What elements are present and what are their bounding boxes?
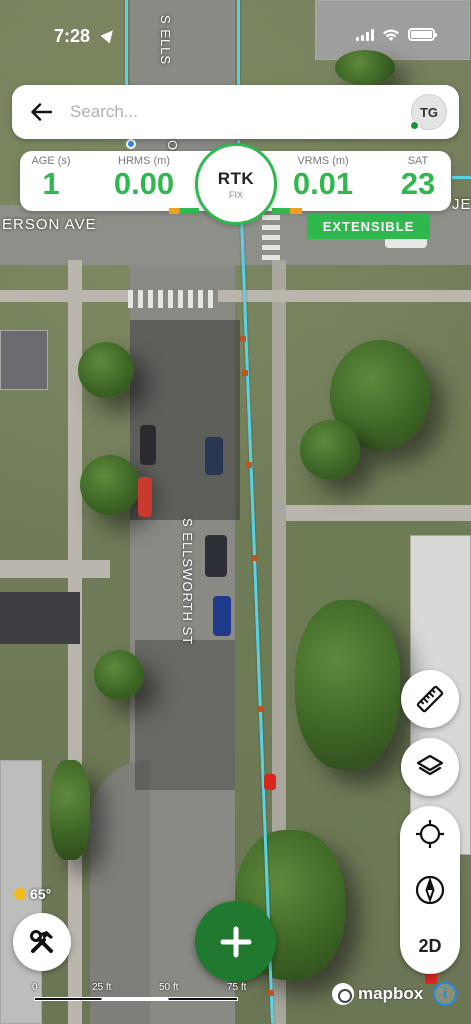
plus-icon (220, 926, 251, 957)
cellular-signal-icon (356, 28, 374, 41)
arrow-left-icon (31, 103, 52, 121)
sidewalk-cross (0, 290, 471, 302)
sat-value: 23 (400, 166, 436, 201)
car (205, 437, 223, 475)
street-label-top: S ELLS (158, 15, 173, 66)
survey-point[interactable] (252, 555, 258, 561)
tree (94, 650, 144, 700)
parking-lot (0, 592, 80, 644)
avatar-initials: TG (419, 104, 439, 120)
view-mode-label: 2D (418, 935, 442, 956)
utility-line-right (452, 176, 471, 179)
back-button[interactable] (12, 85, 70, 139)
hammer-wrench-icon (30, 930, 53, 953)
age-stat: AGE (s) 1 (26, 155, 76, 201)
sat-stat: SAT 23 (392, 155, 444, 201)
age-value: 1 (42, 166, 60, 201)
temperature: 65° (30, 886, 52, 902)
extensible-badge[interactable]: EXTENSIBLE (307, 214, 430, 239)
battery-icon (408, 28, 437, 41)
shadow-area-2 (135, 640, 235, 790)
path-right (286, 505, 471, 521)
tree (300, 420, 360, 480)
mapbox-wordmark: mapbox (358, 984, 424, 1003)
street-label-right: JE (452, 196, 471, 213)
survey-point[interactable] (242, 370, 248, 376)
vrms-stat: VRMS (m) 0.01 (282, 155, 364, 201)
ruler-icon (416, 685, 444, 713)
hrms-stat: HRMS (m) 0.00 (94, 155, 194, 201)
layers-button[interactable] (401, 738, 459, 796)
weather-indicator: 65° (14, 886, 51, 902)
hrms-value: 0.00 (113, 166, 175, 201)
crosswalk (128, 290, 218, 308)
map-controls-stack: 2D (400, 806, 460, 974)
view-mode-toggle[interactable]: 2D (400, 918, 460, 974)
status-indicators (356, 28, 437, 41)
locate-button[interactable] (400, 806, 460, 862)
status-time: 7:28 (54, 26, 91, 46)
street-label-cross: ERSON AVE (2, 216, 97, 233)
tree (50, 760, 90, 860)
accuracy-bar-left (169, 208, 199, 214)
street-label-main: S ELLSWORTH ST (180, 518, 195, 646)
map-scale: 0 25 ft 50 ft 75 ft (32, 982, 252, 1004)
accuracy-bar-right (272, 208, 302, 214)
utility-line-left (125, 0, 128, 90)
scale-label-0: 0 (32, 982, 38, 993)
rtk-label: RTK (217, 168, 255, 188)
utility-line-top (237, 0, 240, 90)
hydrant-marker[interactable] (264, 774, 276, 790)
tree (78, 342, 134, 398)
survey-point[interactable] (258, 706, 264, 712)
car (205, 535, 227, 577)
vrms-value: 0.01 (292, 166, 354, 201)
car (138, 477, 152, 517)
compass-icon (415, 875, 445, 905)
car (213, 596, 231, 636)
scale-bar (34, 997, 238, 1001)
survey-point[interactable] (268, 990, 274, 996)
add-feature-button[interactable] (195, 901, 276, 982)
crosswalk-top (262, 215, 280, 260)
survey-point[interactable] (246, 462, 252, 468)
measure-button[interactable] (401, 670, 459, 728)
toolbox-button[interactable] (13, 913, 71, 971)
wifi-icon (382, 29, 400, 41)
scale-label-50: 50 ft (159, 982, 179, 993)
search-bar: TG (12, 85, 459, 139)
scale-label-25: 25 ft (92, 982, 112, 993)
crosshair-icon (416, 820, 444, 848)
layers-icon (416, 754, 444, 776)
rtk-fix-badge[interactable]: RTK FIX (195, 143, 277, 225)
driveway (0, 560, 110, 578)
sun-icon (14, 888, 26, 900)
user-avatar[interactable]: TG (410, 94, 447, 130)
search-input[interactable] (70, 102, 411, 122)
location-marker (126, 139, 136, 149)
building-left (0, 330, 48, 390)
tree (295, 600, 400, 770)
compass-button[interactable] (400, 862, 460, 918)
mapbox-attribution[interactable]: mapbox (332, 983, 423, 1005)
mapbox-logo-icon (332, 983, 354, 1005)
online-status-dot (410, 121, 419, 130)
fix-label: FIX (228, 189, 243, 200)
car (140, 425, 156, 465)
scale-label-75: 75 ft (227, 982, 247, 993)
tree (80, 455, 140, 515)
tree (335, 50, 395, 85)
survey-point[interactable] (240, 336, 246, 342)
info-button[interactable]: i (433, 982, 457, 1006)
